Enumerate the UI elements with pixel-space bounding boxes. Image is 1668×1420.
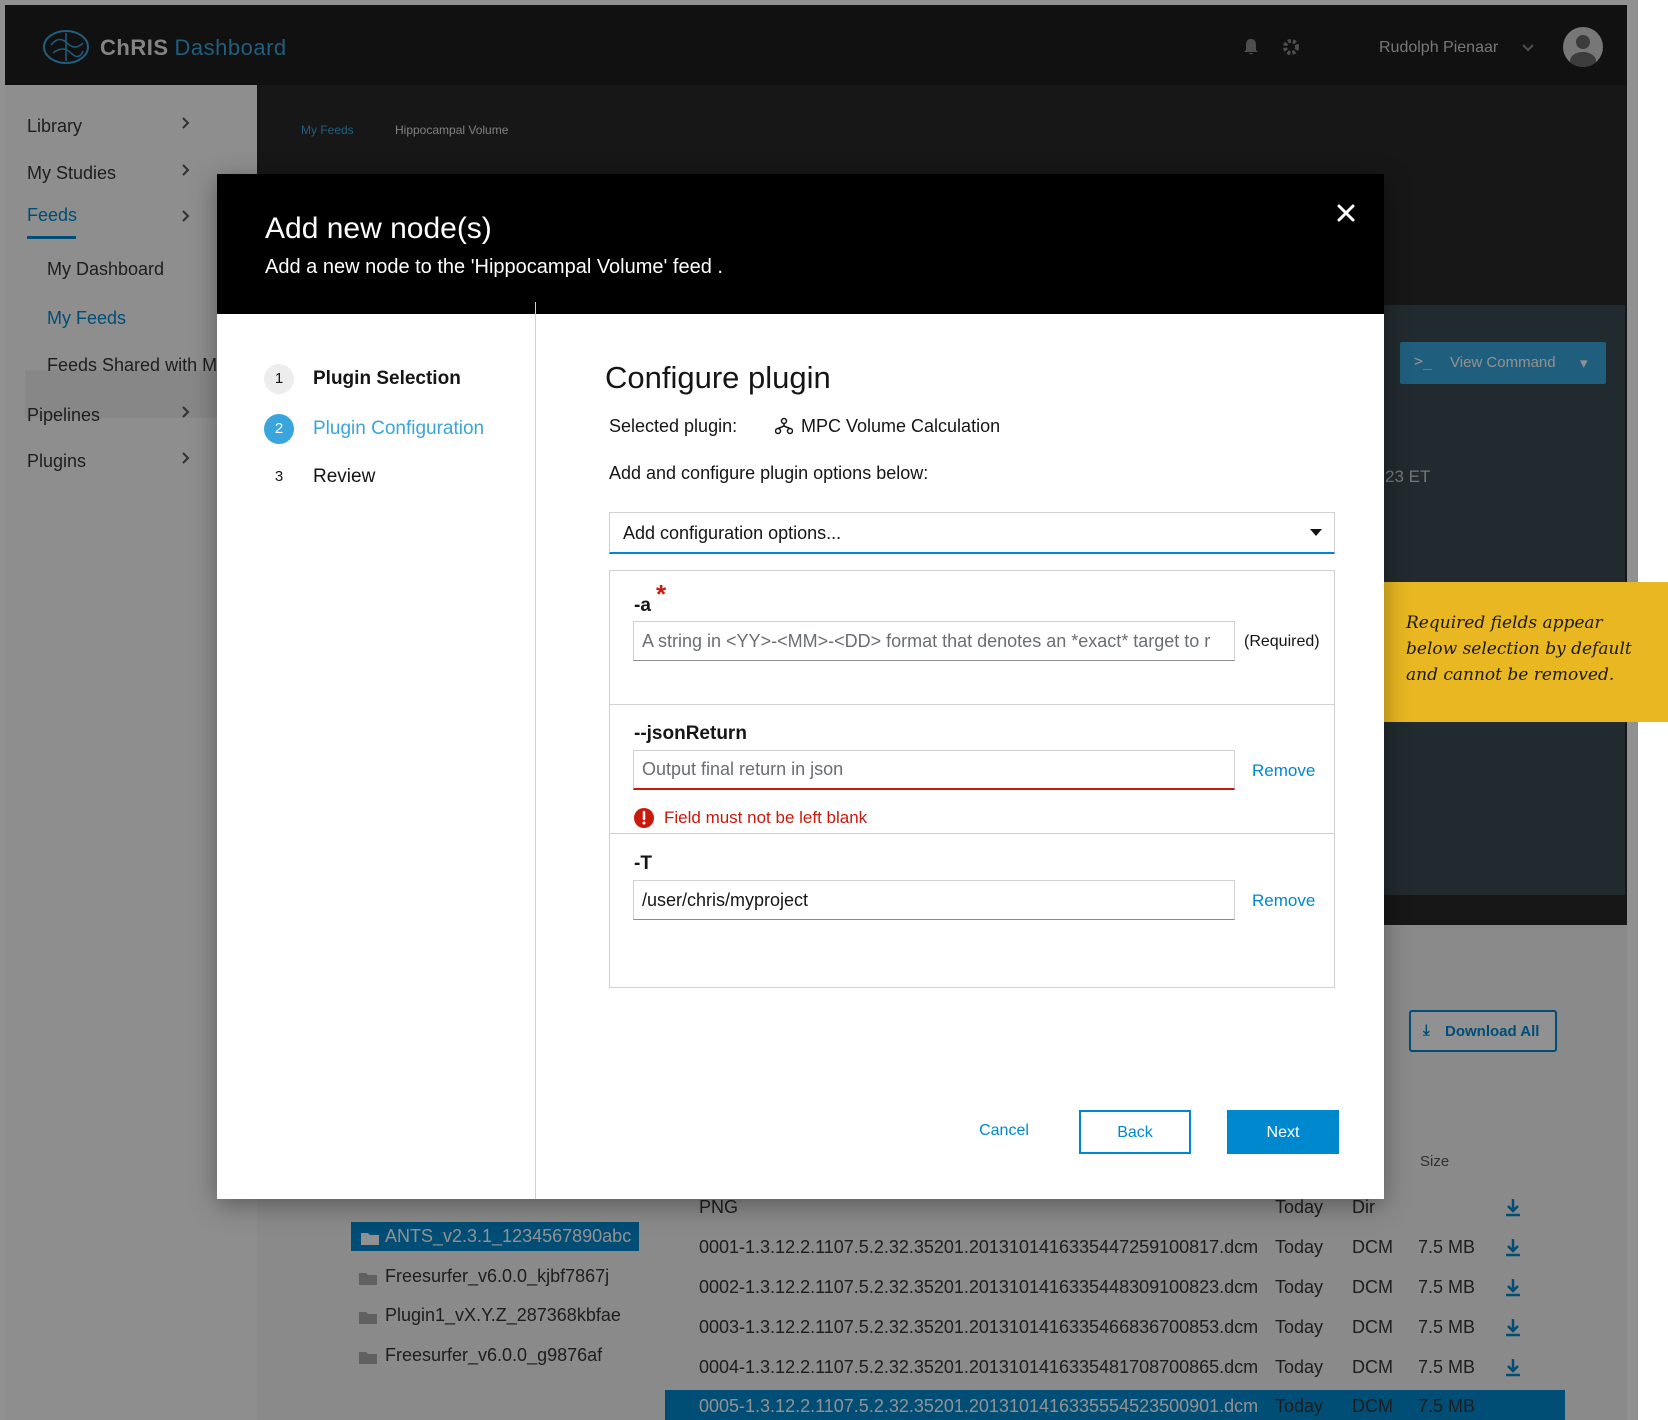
back-button[interactable]: Back [1079,1110,1191,1154]
option-a-input[interactable] [633,621,1235,661]
step-label: Plugin Configuration [313,418,485,439]
option-t-input[interactable] [633,880,1235,920]
add-node-modal: Add new node(s) Add a new node to the 'H… [217,174,1384,1199]
dropdown-placeholder: Add configuration options... [623,523,842,543]
close-icon[interactable] [1331,198,1361,228]
modal-subtitle: Add a new node to the 'Hippocampal Volum… [265,256,723,278]
configure-title: Configure plugin [605,360,831,395]
wizard-divider [535,302,536,1199]
option-jsonreturn-input[interactable] [633,750,1235,790]
plugin-icon [775,417,793,435]
required-label: (Required) [1244,633,1320,650]
option-divider [610,704,1334,705]
step-number: 1 [264,364,294,394]
step-number: 2 [264,414,294,444]
cancel-button[interactable]: Cancel [967,1110,1041,1154]
error-icon [634,808,654,828]
field-error-message: Field must not be left blank [664,808,868,827]
callout-note: Required fields appear below selection b… [1384,582,1668,722]
selected-plugin-name: MPC Volume Calculation [801,416,1001,436]
option-divider [610,833,1334,834]
option-flag: --jsonReturn [634,723,747,744]
modal-title: Add new node(s) [265,212,492,245]
modal-header: Add new node(s) Add a new node to the 'H… [217,174,1384,314]
options-panel: -a * (Required) --jsonReturn Remove Fiel… [609,570,1335,988]
remove-option-link[interactable]: Remove [1252,891,1315,911]
options-help-text: Add and configure plugin options below: [609,463,929,483]
step-label: Review [313,466,376,487]
step-label: Plugin Selection [313,368,461,389]
selected-plugin-label: Selected plugin: [609,416,738,436]
required-star: * [656,579,667,609]
config-options-dropdown[interactable]: Add configuration options... [609,512,1335,554]
step-number: 3 [274,468,284,485]
option-flag: -a [634,595,651,616]
page: ChRIS Dashboard Rudolph Pienaar Library … [0,0,1668,1420]
caret-down-icon [1310,529,1322,536]
option-flag: -T [634,853,652,874]
next-button[interactable]: Next [1227,1110,1339,1154]
remove-option-link[interactable]: Remove [1252,761,1315,781]
